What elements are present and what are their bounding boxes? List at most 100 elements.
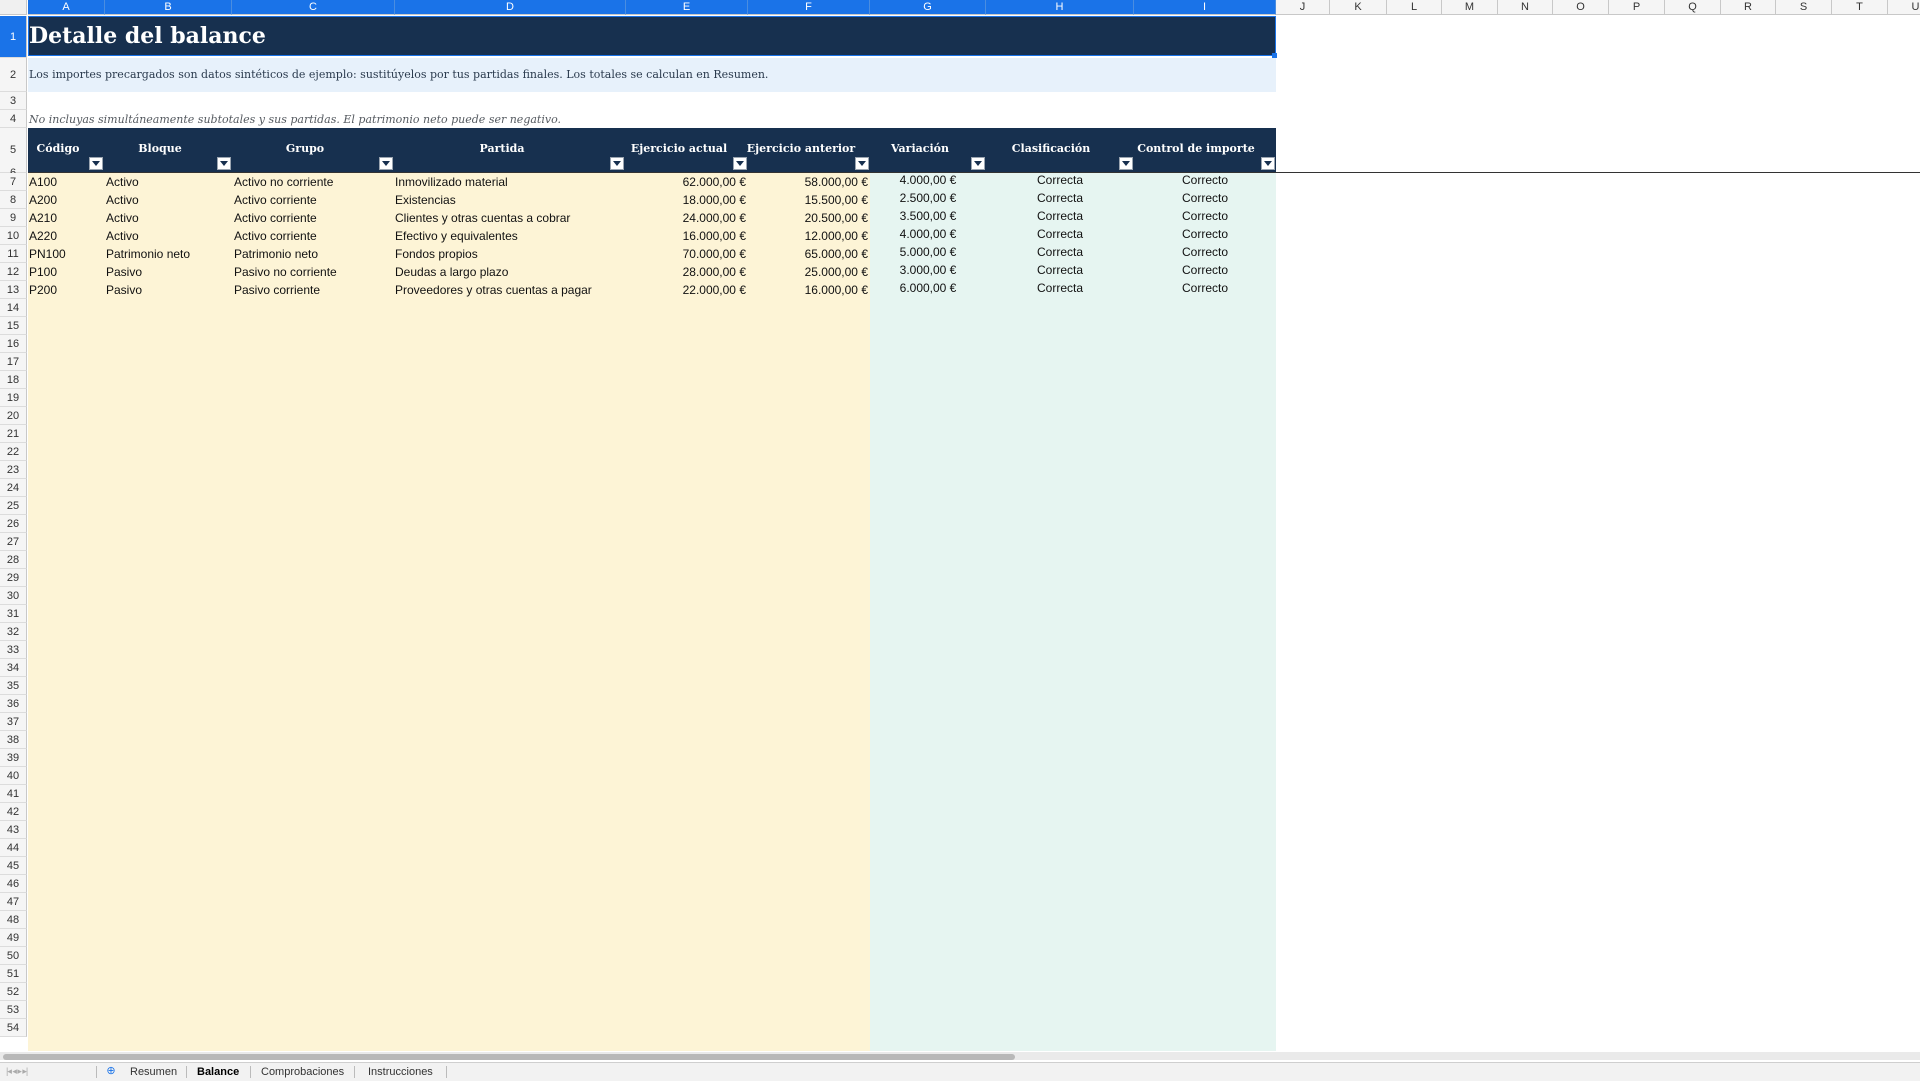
- filter-dropdown-icon[interactable]: [971, 157, 985, 170]
- column-header-p[interactable]: P: [1609, 0, 1665, 15]
- table-cell-control[interactable]: Correcto: [1134, 227, 1276, 241]
- filter-dropdown-icon[interactable]: [379, 157, 393, 170]
- row-header-3[interactable]: 3: [0, 92, 27, 110]
- table-cell-actual[interactable]: 24.000,00 €: [626, 211, 746, 225]
- row-header-23[interactable]: 23: [0, 461, 27, 479]
- table-cell-bloque[interactable]: Activo: [106, 211, 226, 225]
- filter-dropdown-icon[interactable]: [855, 157, 869, 170]
- table-cell-bloque[interactable]: Activo: [106, 175, 226, 189]
- row-header-30[interactable]: 30: [0, 587, 27, 605]
- row-header-16[interactable]: 16: [0, 335, 27, 353]
- row-header-29[interactable]: 29: [0, 569, 27, 587]
- table-cell-clasificacion[interactable]: Correcta: [986, 245, 1134, 259]
- table-cell-clasificacion[interactable]: Correcta: [986, 281, 1134, 295]
- table-cell-actual[interactable]: 62.000,00 €: [626, 175, 746, 189]
- row-header-24[interactable]: 24: [0, 479, 27, 497]
- table-cell-bloque[interactable]: Pasivo: [106, 283, 226, 297]
- column-header-f[interactable]: F: [748, 0, 870, 15]
- row-header-34[interactable]: 34: [0, 659, 27, 677]
- row-header-36[interactable]: 36: [0, 695, 27, 713]
- row-header-31[interactable]: 31: [0, 605, 27, 623]
- tab-balance[interactable]: Balance: [197, 1065, 239, 1079]
- horizontal-scroll-thumb[interactable]: [3, 1054, 1015, 1060]
- row-header-27[interactable]: 27: [0, 533, 27, 551]
- row-header-4[interactable]: 4: [0, 110, 27, 128]
- row-header-42[interactable]: 42: [0, 803, 27, 821]
- table-cell-partida[interactable]: Fondos propios: [395, 247, 620, 261]
- table-cell-actual[interactable]: 28.000,00 €: [626, 265, 746, 279]
- column-header-n[interactable]: N: [1498, 0, 1553, 15]
- row-header-39[interactable]: 39: [0, 749, 27, 767]
- row-header-22[interactable]: 22: [0, 443, 27, 461]
- table-cell-grupo[interactable]: Patrimonio neto: [234, 247, 389, 261]
- table-cell-variacion[interactable]: 5.000,00 €: [870, 245, 986, 259]
- table-cell-control[interactable]: Correcto: [1134, 173, 1276, 187]
- column-header-a[interactable]: A: [28, 0, 105, 15]
- row-header-54[interactable]: 54: [0, 1019, 27, 1037]
- row-header-28[interactable]: 28: [0, 551, 27, 569]
- row-header-52[interactable]: 52: [0, 983, 27, 1001]
- table-cell-clasificacion[interactable]: Correcta: [986, 173, 1134, 187]
- filter-dropdown-icon[interactable]: [1261, 157, 1275, 170]
- table-cell-clasificacion[interactable]: Correcta: [986, 263, 1134, 277]
- row-header-14[interactable]: 14: [0, 299, 27, 317]
- column-header-d[interactable]: D: [395, 0, 626, 15]
- row-header-9[interactable]: 9: [0, 209, 27, 227]
- row-header-41[interactable]: 41: [0, 785, 27, 803]
- table-cell-grupo[interactable]: Activo no corriente: [234, 175, 389, 189]
- table-cell-anterior[interactable]: 58.000,00 €: [748, 175, 868, 189]
- table-cell-variacion[interactable]: 4.000,00 €: [870, 173, 986, 187]
- table-cell-clasificacion[interactable]: Correcta: [986, 191, 1134, 205]
- filter-dropdown-icon[interactable]: [89, 157, 103, 170]
- table-cell-bloque[interactable]: Activo: [106, 229, 226, 243]
- table-cell-clasificacion[interactable]: Correcta: [986, 227, 1134, 241]
- row-header-26[interactable]: 26: [0, 515, 27, 533]
- row-header-38[interactable]: 38: [0, 731, 27, 749]
- row-header-50[interactable]: 50: [0, 947, 27, 965]
- column-header-u[interactable]: U: [1888, 0, 1920, 15]
- table-cell-codigo[interactable]: A200: [29, 193, 99, 207]
- column-header-i[interactable]: I: [1134, 0, 1276, 15]
- row-header-33[interactable]: 33: [0, 641, 27, 659]
- row-header-2[interactable]: 2: [0, 58, 27, 92]
- table-cell-anterior[interactable]: 12.000,00 €: [748, 229, 868, 243]
- table-cell-codigo[interactable]: P200: [29, 283, 99, 297]
- table-cell-codigo[interactable]: P100: [29, 265, 99, 279]
- tab-instrucciones[interactable]: Instrucciones: [368, 1065, 433, 1079]
- table-cell-actual[interactable]: 16.000,00 €: [626, 229, 746, 243]
- table-cell-anterior[interactable]: 20.500,00 €: [748, 211, 868, 225]
- table-cell-actual[interactable]: 18.000,00 €: [626, 193, 746, 207]
- table-cell-variacion[interactable]: 6.000,00 €: [870, 281, 986, 295]
- row-header-25[interactable]: 25: [0, 497, 27, 515]
- row-header-15[interactable]: 15: [0, 317, 27, 335]
- column-header-s[interactable]: S: [1776, 0, 1832, 15]
- column-header-t[interactable]: T: [1832, 0, 1888, 15]
- row-header-49[interactable]: 49: [0, 929, 27, 947]
- table-cell-partida[interactable]: Proveedores y otras cuentas a pagar: [395, 283, 620, 297]
- filter-dropdown-icon[interactable]: [733, 157, 747, 170]
- table-cell-variacion[interactable]: 2.500,00 €: [870, 191, 986, 205]
- table-cell-codigo[interactable]: A220: [29, 229, 99, 243]
- table-cell-bloque[interactable]: Patrimonio neto: [106, 247, 226, 261]
- table-cell-partida[interactable]: Inmovilizado material: [395, 175, 620, 189]
- column-header-b[interactable]: B: [105, 0, 232, 15]
- row-header-53[interactable]: 53: [0, 1001, 27, 1019]
- spreadsheet-grid[interactable]: ABCDEFGHIJKLMNOPQRSTU 123456789101112131…: [0, 0, 1920, 1051]
- table-cell-actual[interactable]: 70.000,00 €: [626, 247, 746, 261]
- row-header-1[interactable]: 1: [0, 16, 27, 58]
- row-header-17[interactable]: 17: [0, 353, 27, 371]
- row-header-44[interactable]: 44: [0, 839, 27, 857]
- row-header-18[interactable]: 18: [0, 371, 27, 389]
- table-cell-grupo[interactable]: Pasivo corriente: [234, 283, 389, 297]
- table-cell-clasificacion[interactable]: Correcta: [986, 209, 1134, 223]
- table-cell-control[interactable]: Correcto: [1134, 263, 1276, 277]
- row-header-43[interactable]: 43: [0, 821, 27, 839]
- row-header-47[interactable]: 47: [0, 893, 27, 911]
- table-cell-partida[interactable]: Deudas a largo plazo: [395, 265, 620, 279]
- tab-comprobaciones[interactable]: Comprobaciones: [261, 1065, 344, 1079]
- table-cell-control[interactable]: Correcto: [1134, 209, 1276, 223]
- table-cell-partida[interactable]: Efectivo y equivalentes: [395, 229, 620, 243]
- table-cell-bloque[interactable]: Pasivo: [106, 265, 226, 279]
- row-header-37[interactable]: 37: [0, 713, 27, 731]
- row-header-20[interactable]: 20: [0, 407, 27, 425]
